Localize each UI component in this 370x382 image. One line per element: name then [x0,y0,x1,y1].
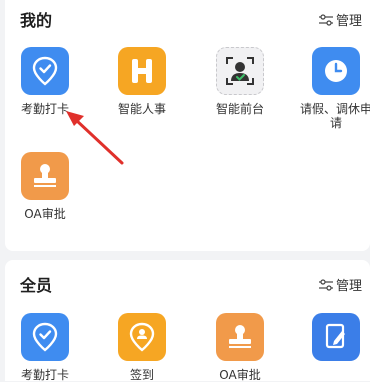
app-notebook[interactable] [296,313,370,368]
my-apps-card: 我的 管理 考勤打卡 智能人事 智能前台 请假、调休申请 OA审批 [5,0,370,251]
stamp-icon [216,313,264,361]
app-label: OA审批 [219,368,261,382]
location-check-icon [21,47,69,95]
app-label: 智能前台 [215,102,264,116]
manage-button-all[interactable]: 管理 [318,275,362,294]
notebook-pen-icon [312,313,360,361]
section-title-all: 全员 [20,276,53,295]
face-scan-icon [216,47,264,95]
app-attendance[interactable]: 考勤打卡 [5,313,85,382]
manage-label: 管理 [335,279,362,294]
app-label: OA审批 [24,207,66,221]
location-check-icon [21,313,69,361]
app-leave-request[interactable]: 请假、调休申请 [296,47,370,130]
app-oa-approval[interactable]: OA审批 [200,313,280,382]
manage-label: 管理 [335,14,362,29]
stamp-icon [21,152,69,200]
app-label: 智能人事 [117,102,166,116]
all-staff-apps-card: 全员 管理 考勤打卡 签到 OA审批 [5,260,370,382]
app-label: 签到 [129,368,154,382]
app-label: 考勤打卡 [20,368,69,382]
sliders-icon [318,13,333,26]
app-attendance[interactable]: 考勤打卡 [5,47,85,116]
app-check-in[interactable]: 签到 [102,313,182,382]
section-title-mine: 我的 [20,11,53,30]
app-label: 考勤打卡 [20,102,69,116]
manage-button-mine[interactable]: 管理 [318,10,362,29]
location-person-icon [118,313,166,361]
app-smart-hr[interactable]: 智能人事 [102,47,182,116]
app-label: 请假、调休申请 [299,102,370,130]
app-smart-reception[interactable]: 智能前台 [200,47,280,116]
h-letter-icon [118,47,166,95]
app-oa-approval[interactable]: OA审批 [5,152,85,221]
sliders-icon [318,278,333,291]
clock-icon [312,47,360,95]
